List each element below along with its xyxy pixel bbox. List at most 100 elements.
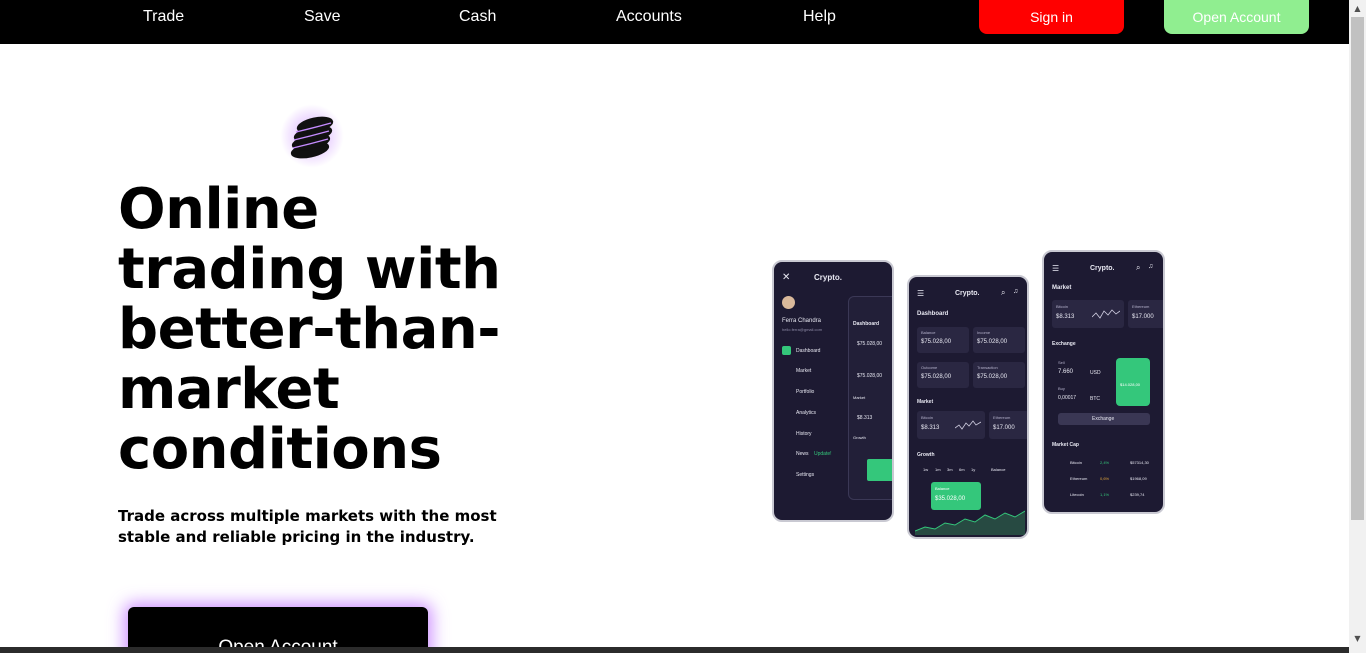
market-cap-price: $1968,09	[1130, 476, 1147, 481]
top-navbar: Trade Save Cash Accounts Help Sign in Op…	[0, 0, 1349, 44]
market-ethereum-card: Ethereum $17.000	[1128, 300, 1163, 328]
market-cap-row: Ethereum 0,6% $1968,09	[1052, 474, 1158, 486]
sell-currency: USD	[1090, 370, 1101, 376]
scroll-up-arrow-icon[interactable]: ▲	[1349, 0, 1366, 17]
market-cap-row: Bitcoin 2,4% $57314,30	[1052, 458, 1158, 470]
market-bitcoin-value: $8.313	[1056, 314, 1075, 320]
ethereum-label: Ethereum	[993, 415, 1011, 420]
close-icon: ✕	[782, 272, 791, 283]
bitcoin-card: Bitcoin $8.313	[917, 411, 985, 439]
growth-chart	[915, 510, 1025, 535]
buy-currency: BTC	[1090, 396, 1100, 402]
preview-outcome-value: $75.028,00	[857, 373, 883, 379]
open-account-nav-button[interactable]: Open Account	[1164, 0, 1309, 34]
nav-link-trade[interactable]: Trade	[143, 8, 184, 26]
growth-period-3m: 3m	[947, 467, 953, 472]
transaction-value: $75.028,00	[977, 374, 1008, 380]
market-cap-title: Market Cap	[1052, 442, 1079, 448]
bitcoin-value: $8.313	[921, 425, 940, 431]
preview-market-title: Market	[853, 395, 866, 400]
balance-label: Balance	[921, 330, 936, 335]
bell-icon: ♫	[1013, 288, 1019, 295]
exchange-card-value: $14.028,00	[1120, 382, 1141, 387]
market-bitcoin-label: Bitcoin	[1056, 304, 1069, 309]
exchange-button-label: Exchange	[1092, 416, 1115, 422]
buy-label: Buy	[1058, 386, 1065, 391]
growth-period-1y: 1y	[971, 467, 976, 472]
growth-period-1w: 1w	[923, 467, 929, 472]
phone-dashboard-screen: ☰ Crypto. ⌕ ♫ Dashboard Balance $75.028,…	[907, 275, 1029, 539]
growth-title: Growth	[917, 452, 935, 458]
news-badge: Update!	[814, 451, 832, 457]
nav-link-accounts[interactable]: Accounts	[616, 8, 682, 26]
preview-growth-tooltip	[867, 459, 892, 481]
preview-bitcoin-value: $8.313	[857, 415, 873, 421]
bell-icon: ♫	[1148, 263, 1154, 270]
exchange-button: Exchange	[1058, 413, 1150, 425]
nav-link-cash[interactable]: Cash	[459, 8, 496, 26]
preview-balance-value: $75.028,00	[857, 341, 883, 347]
coins-icon	[280, 104, 344, 168]
user-email: hello.ferra@gmail.com	[782, 327, 823, 332]
outcome-value: $75.028,00	[921, 374, 952, 380]
growth-period-6m: 6m	[959, 467, 965, 472]
app-mockup-image: ✕ Crypto. Ferra Chandra hello.ferra@gmai…	[770, 250, 1170, 542]
search-icon: ⌕	[1001, 288, 1006, 297]
market-bitcoin-sparkline	[1092, 309, 1120, 319]
income-value: $75.028,00	[977, 339, 1008, 345]
hero-subtitle: Trade across multiple markets with the m…	[118, 507, 497, 546]
market-cap-row: Litecoin 1,1% $239,74	[1052, 490, 1158, 502]
market-cap-name: Bitcoin	[1070, 460, 1083, 465]
dashboard-title: Dashboard	[917, 311, 949, 317]
exchange-title: Exchange	[1052, 341, 1076, 347]
bottom-edge-bar	[0, 647, 1349, 653]
menu-item-dashboard: Dashboard	[796, 348, 821, 354]
sell-label: Sell	[1058, 360, 1065, 365]
outcome-label: Outcome	[921, 365, 938, 370]
income-card: Income $75.028,00	[973, 327, 1025, 353]
market-cap-name: Ethereum	[1070, 476, 1088, 481]
growth-tooltip-label: Balance	[935, 486, 950, 491]
market-screen-title: Market	[1052, 285, 1072, 291]
scroll-thumb[interactable]	[1351, 17, 1364, 520]
hero-title: Online trading with better-than-market c…	[118, 177, 501, 482]
sell-value: 7.660	[1058, 369, 1074, 375]
brand-logo: Crypto.	[814, 273, 842, 282]
market-cap-name: Litecoin	[1070, 492, 1084, 497]
balance-value: $75.028,00	[921, 339, 952, 345]
market-ethereum-value: $17.000	[1132, 314, 1154, 320]
menu-item-news: News	[796, 451, 809, 457]
preview-dashboard-title: Dashboard	[853, 321, 880, 327]
transaction-label: Transaction	[977, 365, 998, 370]
market-ethereum-label: Ethereum	[1132, 304, 1150, 309]
exchange-card: $14.028,00	[1116, 358, 1150, 406]
market-cap-price: $57314,30	[1130, 460, 1149, 465]
market-title: Market	[917, 399, 934, 405]
market-cap-change: 0,6%	[1100, 476, 1110, 481]
transaction-card: Transaction $75.028,00	[973, 362, 1025, 388]
menu-icon: ☰	[1052, 264, 1060, 273]
growth-period-1m: 1m	[935, 467, 941, 472]
phone-menu-screen: ✕ Crypto. Ferra Chandra hello.ferra@gmai…	[772, 260, 894, 522]
brand-logo: Crypto.	[955, 290, 980, 297]
scroll-down-arrow-icon[interactable]: ▼	[1349, 630, 1366, 647]
dashboard-preview: Dashboard $75.028,00 $75.028,00 Market $…	[848, 296, 892, 500]
avatar	[782, 296, 795, 309]
ethereum-value: $17.000	[993, 425, 1015, 431]
menu-item-settings: Settings	[796, 472, 815, 478]
page-scrollbar[interactable]: ▲ ▼	[1349, 0, 1366, 653]
balance-card: Balance $75.028,00	[917, 327, 969, 353]
nav-link-help[interactable]: Help	[803, 8, 836, 26]
menu-item-analytics: Analytics	[796, 410, 817, 416]
ethereum-card: Ethereum $17.000	[989, 411, 1027, 439]
menu-item-market: Market	[796, 368, 812, 374]
bitcoin-label: Bitcoin	[921, 415, 934, 420]
menu-item-portfolio: Portfolio	[796, 389, 815, 395]
user-name: Ferra Chandra	[782, 318, 822, 324]
nav-link-save[interactable]: Save	[304, 8, 340, 26]
growth-select: Balance	[991, 467, 1006, 472]
phone-market-screen: ☰ Crypto. ⌕ ♫ Market Bitcoin $8.313 Ethe…	[1042, 250, 1165, 514]
market-cap-change: 1,1%	[1100, 492, 1110, 497]
bitcoin-sparkline	[955, 420, 981, 430]
sign-in-button[interactable]: Sign in	[979, 0, 1124, 34]
